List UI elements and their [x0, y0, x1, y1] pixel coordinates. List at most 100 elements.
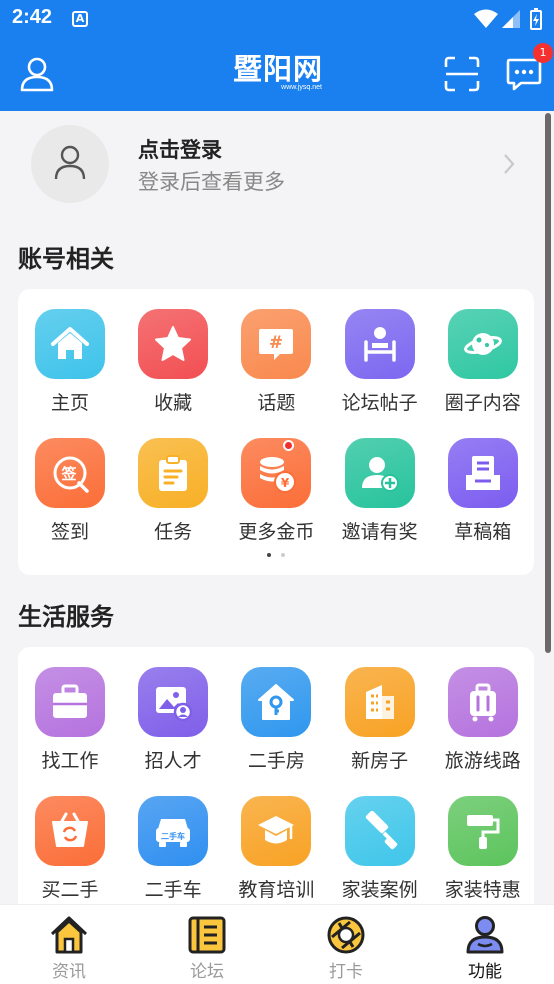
life-item[interactable]: 新房子 [328, 667, 432, 787]
life-item[interactable]: 找工作 [18, 667, 122, 787]
graduation-icon [258, 816, 295, 844]
account-item[interactable]: 主页 [18, 309, 122, 429]
account-item[interactable]: 圈子内容 [431, 309, 535, 429]
account-item-label: 邀请有奖 [341, 521, 418, 543]
account-item-label: 圈子内容 [444, 392, 521, 414]
life-item-label: 买二手 [41, 879, 99, 901]
life-item[interactable]: 家装特惠 [431, 796, 535, 916]
basket-icon [52, 812, 88, 847]
svg-text:签: 签 [60, 465, 77, 483]
avatar-user-icon [54, 145, 86, 180]
basket-icon-tile[interactable] [35, 796, 105, 866]
nav-label-news: 资讯 [52, 962, 86, 982]
life-item-label: 教育培训 [238, 879, 315, 901]
bottom-nav: 资讯 论坛 打卡 功能 [0, 904, 554, 984]
life-section-title: 生活服务 [18, 603, 114, 631]
account-item[interactable]: ¥ 更多金币 [224, 438, 328, 558]
logo-text: 暨阳网 [232, 52, 323, 86]
star-icon-tile[interactable] [138, 309, 209, 379]
avatar[interactable] [31, 125, 109, 203]
life-item[interactable]: 买二手 [18, 796, 122, 916]
account-item[interactable]: 邀请有奖 [328, 438, 432, 558]
add-user-icon-tile[interactable] [344, 438, 415, 508]
coins-icon: ¥ [260, 457, 297, 493]
paint-roller-icon-tile[interactable] [344, 796, 415, 866]
recruit-icon-tile[interactable] [138, 667, 209, 737]
life-item[interactable]: 二手房 [224, 667, 328, 787]
life-item[interactable]: 家装案例 [328, 796, 432, 916]
nav-tab-functions[interactable]: 功能 [416, 905, 554, 984]
account-card: 主页 收藏 # 话题 论坛帖子 圈子内容签签到 任务 ¥ 更多金币 邀请有奖 草稿箱 [18, 289, 534, 575]
login-subtitle: 登录后查看更多 [138, 170, 285, 194]
nav-tab-news[interactable]: 资讯 [0, 905, 138, 984]
recruit-icon [156, 687, 193, 722]
user-nav-icon [466, 916, 504, 954]
account-item-label: 话题 [257, 392, 296, 414]
sign-in-icon-tile[interactable]: 签 [35, 438, 105, 508]
briefcase-icon [53, 684, 87, 718]
planet-icon-tile[interactable] [447, 309, 518, 379]
building-icon [365, 685, 394, 719]
chevron-right-icon[interactable] [503, 153, 515, 175]
roller-icon-tile[interactable] [447, 796, 518, 866]
life-item-label: 二手房 [247, 750, 305, 772]
life-item[interactable]: 招人才 [121, 667, 225, 787]
message-badge: 1 [533, 43, 553, 63]
building-icon-tile[interactable] [344, 667, 415, 737]
life-item[interactable]: 二手车 二手车 [121, 796, 225, 916]
user-profile-icon[interactable] [18, 55, 56, 93]
home-icon-tile[interactable] [35, 309, 105, 379]
hashtag-icon: # [259, 329, 294, 360]
nav-label-forum: 论坛 [190, 962, 224, 982]
coins-icon-tile[interactable]: ¥ [241, 438, 312, 508]
account-item-label: 任务 [154, 521, 193, 543]
paint-roller-icon [365, 811, 397, 850]
clipboard-icon-tile[interactable] [138, 438, 209, 508]
life-item-label: 家装特惠 [444, 879, 521, 901]
login-title[interactable]: 点击登录 [138, 134, 222, 164]
notification-a-icon: A [72, 11, 88, 27]
account-item[interactable]: 签签到 [18, 438, 122, 558]
nav-tab-forum[interactable]: 论坛 [138, 905, 276, 984]
life-item[interactable]: 教育培训 [224, 796, 328, 916]
account-item-label: 论坛帖子 [341, 392, 418, 414]
drafts-icon-tile[interactable] [447, 438, 518, 508]
car-icon-tile[interactable]: 二手车 [138, 796, 209, 866]
nav-label-functions: 功能 [468, 962, 502, 982]
account-item[interactable]: 任务 [121, 438, 225, 558]
account-item[interactable]: 草稿箱 [431, 438, 535, 558]
account-item[interactable]: 收藏 [121, 309, 225, 429]
status-time: 2:42 [12, 6, 53, 28]
account-item-label: 草稿箱 [454, 521, 512, 543]
account-item-label: 签到 [50, 521, 89, 543]
planet-icon [463, 333, 502, 355]
life-item-label: 旅游线路 [444, 750, 521, 772]
forum-icon-tile[interactable] [344, 309, 415, 379]
account-item[interactable]: 论坛帖子 [328, 309, 432, 429]
svg-text:#: # [269, 333, 283, 353]
house-key-icon-tile[interactable] [241, 667, 312, 737]
nav-tab-checkin[interactable]: 打卡 [277, 905, 415, 984]
life-item-label: 招人才 [144, 750, 202, 772]
life-item[interactable]: 旅游线路 [431, 667, 535, 787]
life-item-label: 新房子 [351, 750, 409, 772]
add-user-icon [361, 457, 399, 492]
scan-icon[interactable] [444, 56, 480, 92]
home-icon [51, 327, 89, 359]
graduation-icon-tile[interactable] [241, 796, 312, 866]
app-header: 2:42 A 暨阳网 www.jysq.net 1 [0, 0, 554, 111]
luggage-icon-tile[interactable] [447, 667, 518, 737]
house-key-icon [258, 684, 295, 720]
battery-icon [530, 8, 542, 30]
briefcase-icon-tile[interactable] [35, 667, 105, 737]
luggage-icon [469, 683, 496, 722]
account-item-label: 更多金币 [238, 521, 315, 543]
svg-text:二手车: 二手车 [161, 831, 185, 841]
star-icon [155, 326, 192, 361]
life-item-label: 家装案例 [341, 879, 418, 901]
account-item-label: 收藏 [154, 392, 193, 414]
app-logo: 暨阳网 www.jysq.net [230, 54, 326, 94]
hashtag-icon-tile[interactable]: # [241, 309, 312, 379]
account-item[interactable]: # 话题 [224, 309, 328, 429]
login-row[interactable]: 点击登录 登录后查看更多 [0, 111, 554, 221]
